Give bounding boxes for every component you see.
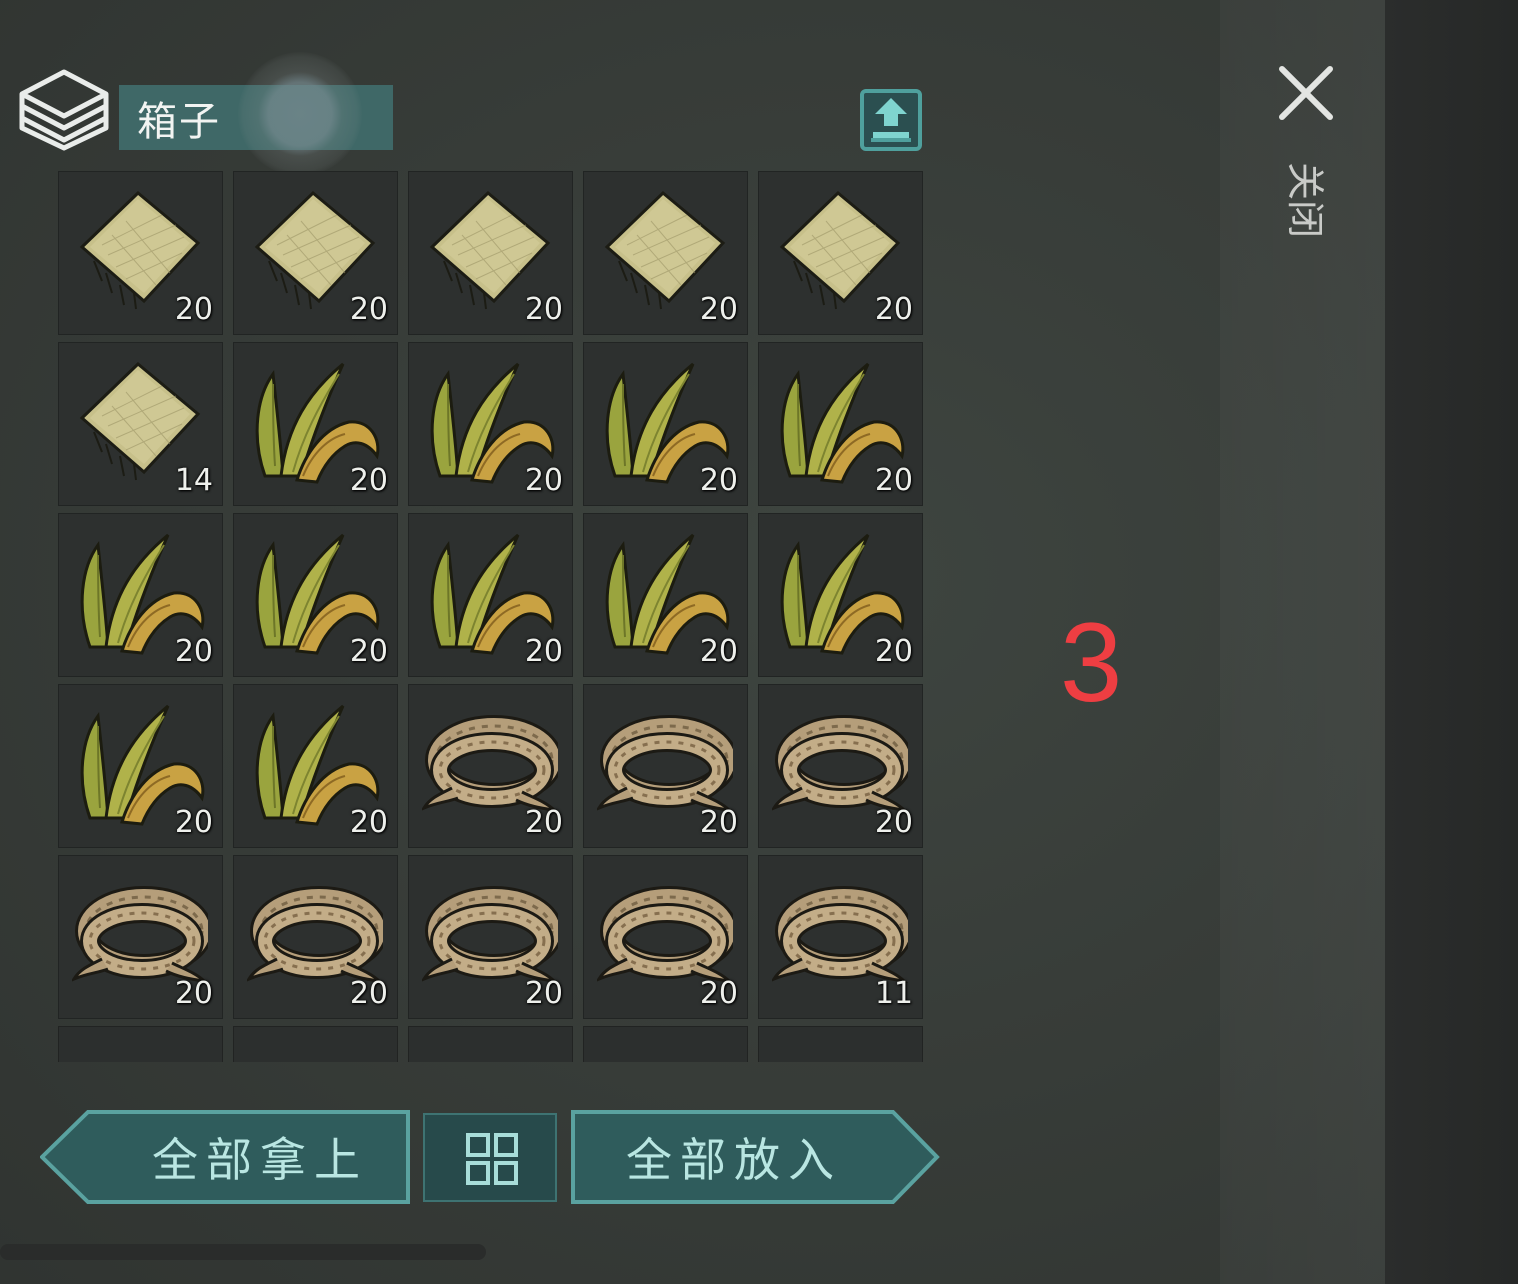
inventory-slot-fiber-cloth[interactable]: 20 bbox=[58, 171, 223, 335]
inventory-slot-plant-leaves[interactable]: 20 bbox=[408, 513, 573, 677]
close-label: 关闭 bbox=[1283, 162, 1327, 239]
item-count: 20 bbox=[874, 292, 913, 327]
item-count: 20 bbox=[524, 976, 563, 1011]
inventory-slot-empty[interactable] bbox=[408, 1026, 573, 1062]
screen-edge bbox=[1385, 0, 1518, 1284]
inventory-grid: 20 20 20 20 20 14 20 20 20 20 20 20 20 2… bbox=[58, 171, 923, 1062]
item-count: 20 bbox=[524, 463, 563, 498]
inventory-slot-rope[interactable]: 11 bbox=[758, 855, 923, 1019]
item-count: 20 bbox=[874, 463, 913, 498]
item-count: 20 bbox=[174, 805, 213, 840]
grid-sort-icon bbox=[466, 1133, 518, 1185]
sort-button[interactable] bbox=[423, 1113, 557, 1202]
item-count: 20 bbox=[524, 634, 563, 669]
item-count: 20 bbox=[174, 634, 213, 669]
inventory-slot-plant-leaves[interactable]: 20 bbox=[233, 684, 398, 848]
touch-indicator bbox=[238, 52, 362, 176]
inventory-slot-empty[interactable] bbox=[233, 1026, 398, 1062]
inventory-slot-plant-leaves[interactable]: 20 bbox=[58, 513, 223, 677]
item-count: 20 bbox=[349, 463, 388, 498]
inventory-slot-plant-leaves[interactable]: 20 bbox=[233, 342, 398, 506]
take-all-button[interactable]: 全部拿上 bbox=[40, 1110, 412, 1204]
stacked-box-icon bbox=[19, 69, 109, 151]
item-count: 20 bbox=[874, 805, 913, 840]
inventory-slot-plant-leaves[interactable]: 20 bbox=[58, 684, 223, 848]
inventory-slot-rope[interactable]: 20 bbox=[758, 684, 923, 848]
item-count: 20 bbox=[349, 292, 388, 327]
take-all-label: 全部拿上 bbox=[152, 1133, 368, 1187]
inventory-slot-plant-leaves[interactable]: 20 bbox=[583, 513, 748, 677]
item-count: 20 bbox=[349, 976, 388, 1011]
item-count: 20 bbox=[349, 805, 388, 840]
item-count: 20 bbox=[874, 634, 913, 669]
inventory-slot-rope[interactable]: 20 bbox=[583, 855, 748, 1019]
inventory-slot-empty[interactable] bbox=[758, 1026, 923, 1062]
item-count: 20 bbox=[524, 292, 563, 327]
item-count: 20 bbox=[699, 463, 738, 498]
inventory-slot-fiber-cloth[interactable]: 20 bbox=[408, 171, 573, 335]
item-count: 20 bbox=[524, 805, 563, 840]
item-count: 20 bbox=[174, 976, 213, 1011]
inventory-slot-plant-leaves[interactable]: 20 bbox=[583, 342, 748, 506]
put-all-label: 全部放入 bbox=[626, 1133, 842, 1187]
container-title: 箱子 bbox=[137, 98, 221, 145]
item-count: 20 bbox=[699, 292, 738, 327]
item-count: 20 bbox=[699, 634, 738, 669]
inventory-slot-rope[interactable]: 20 bbox=[408, 855, 573, 1019]
inventory-slot-plant-leaves[interactable]: 20 bbox=[408, 342, 573, 506]
item-count: 20 bbox=[349, 634, 388, 669]
scrollbar[interactable] bbox=[0, 1244, 486, 1260]
close-x-icon bbox=[1279, 66, 1333, 120]
step-annotation: 3 bbox=[1060, 600, 1123, 725]
item-count: 20 bbox=[699, 805, 738, 840]
item-count: 11 bbox=[874, 976, 913, 1011]
inventory-slot-plant-leaves[interactable]: 20 bbox=[233, 513, 398, 677]
inventory-slot-rope[interactable]: 20 bbox=[583, 684, 748, 848]
inventory-slot-fiber-cloth[interactable]: 14 bbox=[58, 342, 223, 506]
inventory-slot-plant-leaves[interactable]: 20 bbox=[758, 342, 923, 506]
item-count: 14 bbox=[174, 463, 213, 498]
inventory-slot-plant-leaves[interactable]: 20 bbox=[758, 513, 923, 677]
inventory-slot-fiber-cloth[interactable]: 20 bbox=[758, 171, 923, 335]
inventory-slot-rope[interactable]: 20 bbox=[233, 855, 398, 1019]
inventory-slot-empty[interactable] bbox=[58, 1026, 223, 1062]
put-all-button[interactable]: 全部放入 bbox=[569, 1110, 941, 1204]
item-count: 20 bbox=[699, 976, 738, 1011]
inventory-slot-empty[interactable] bbox=[583, 1026, 748, 1062]
inventory-slot-rope[interactable]: 20 bbox=[408, 684, 573, 848]
item-count: 20 bbox=[174, 292, 213, 327]
inventory-slot-fiber-cloth[interactable]: 20 bbox=[583, 171, 748, 335]
upload-tray-icon[interactable] bbox=[859, 88, 923, 152]
inventory-slot-fiber-cloth[interactable]: 20 bbox=[233, 171, 398, 335]
inventory-slot-rope[interactable]: 20 bbox=[58, 855, 223, 1019]
